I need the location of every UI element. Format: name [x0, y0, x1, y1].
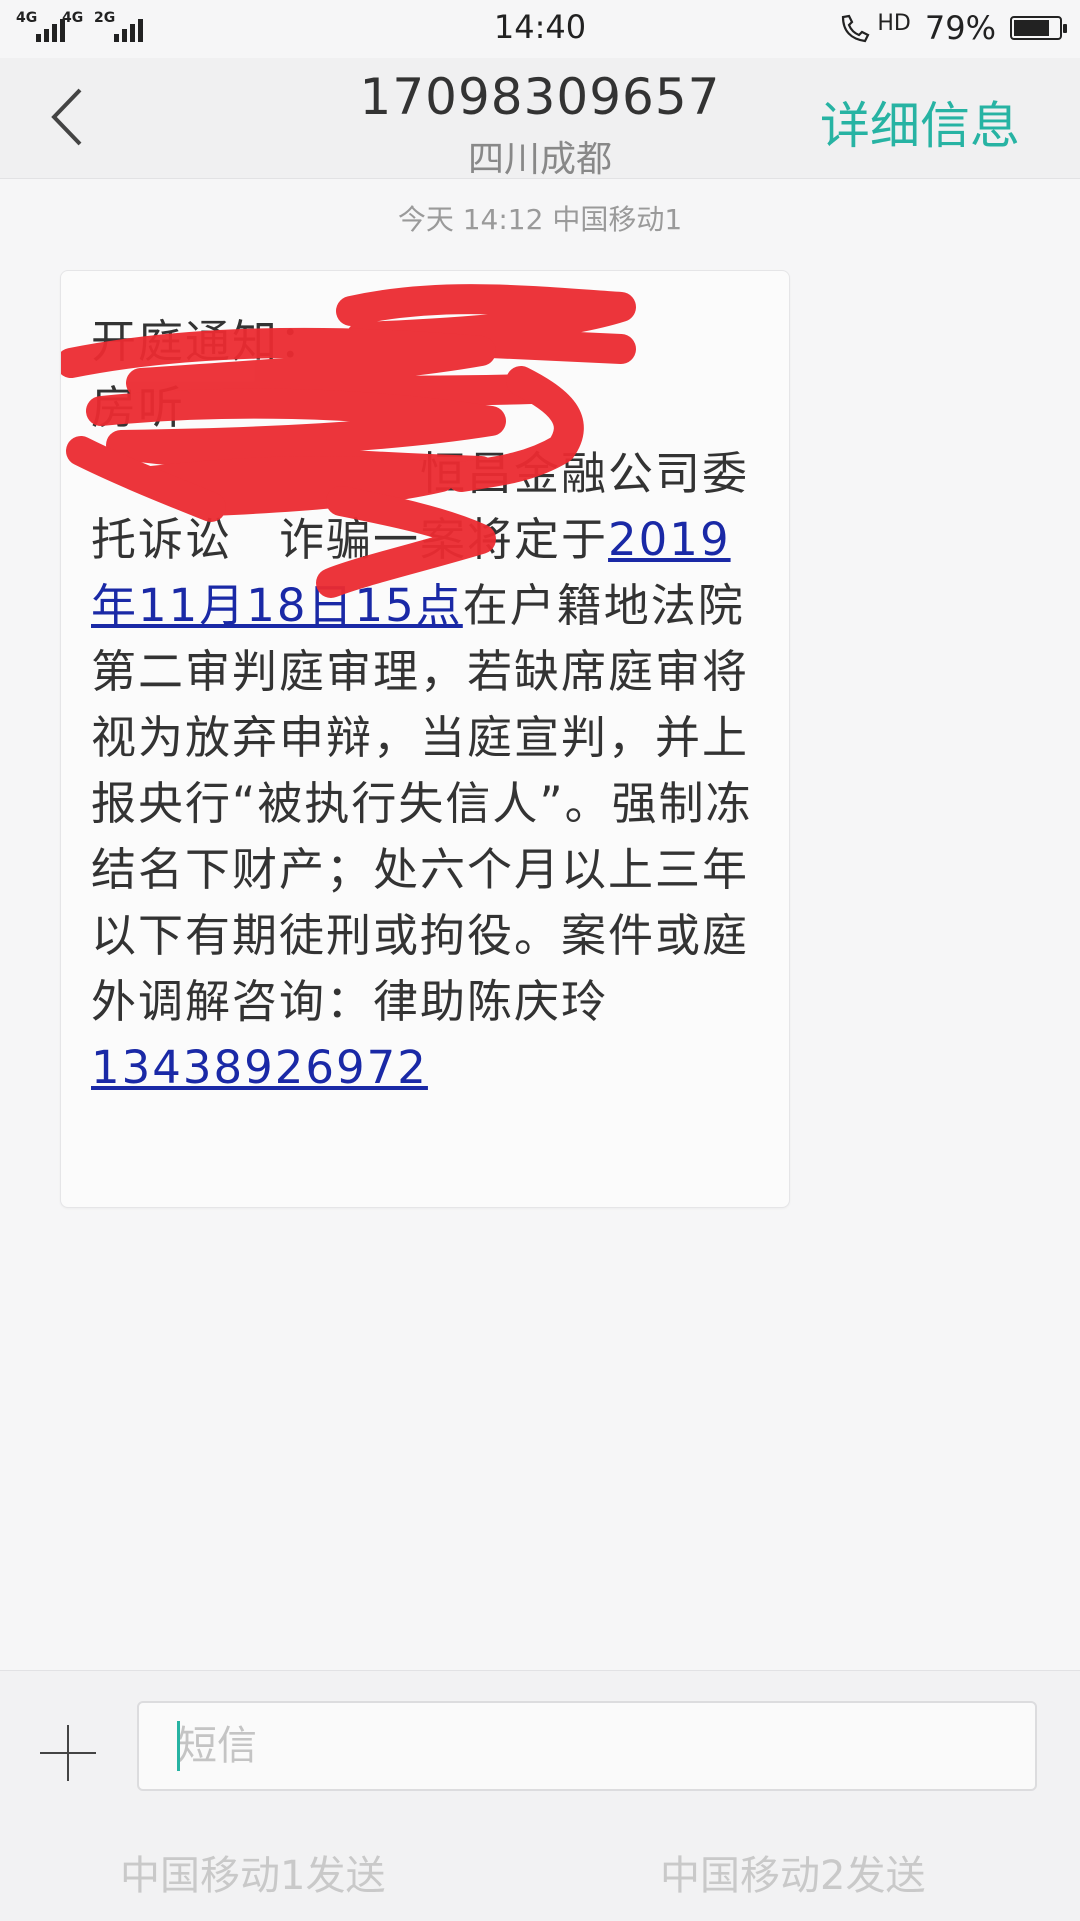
send-sim2-button[interactable]: 中国移动2发送 [660, 1843, 925, 1901]
conversation-header: 17098309657 四川成都 详细信息 [0, 58, 1080, 180]
message-part: 诈骗一案将定于 [279, 513, 609, 566]
send-sim1-button[interactable]: 中国移动1发送 [120, 1843, 385, 1901]
redacted-gap [91, 447, 420, 500]
battery-percent: 79% [924, 9, 996, 47]
message-timestamp: 今天 14:12 中国移动1 [397, 203, 683, 236]
message-bubble[interactable]: 开庭通知： 房听 恒昌金融公司委托诉讼 诈骗一案将定于2019年11月18日15… [60, 270, 790, 1208]
battery-icon [1010, 16, 1067, 40]
message-part: 在户籍地法院第二审判庭审理，若缺席庭审将视为放弃申辩，当庭宣判，并上报央行“被执… [91, 579, 753, 1028]
compose-area: 中国移动1发送 中国移动2发送 [0, 1670, 1080, 1921]
redacted-gap [232, 513, 279, 566]
status-bar: 4G 4G 2G 14:40 HD 79% [0, 0, 1080, 58]
redacted-gap [304, 315, 1080, 368]
call-hd-icon [842, 14, 870, 43]
phone-link[interactable]: 13438926972 [91, 1041, 428, 1094]
details-button[interactable]: 详细信息 [820, 86, 1020, 158]
add-attachment-icon[interactable] [40, 1725, 96, 1781]
text-cursor [177, 1721, 180, 1771]
message-text: 开庭通知： 房听 恒昌金融公司委托诉讼 诈骗一案将定于2019年11月18日15… [91, 309, 771, 1101]
message-part: 房听 [91, 381, 186, 434]
hd-label: HD [877, 10, 911, 36]
message-part: 开庭通知： [91, 315, 304, 368]
message-input[interactable] [137, 1701, 1037, 1791]
